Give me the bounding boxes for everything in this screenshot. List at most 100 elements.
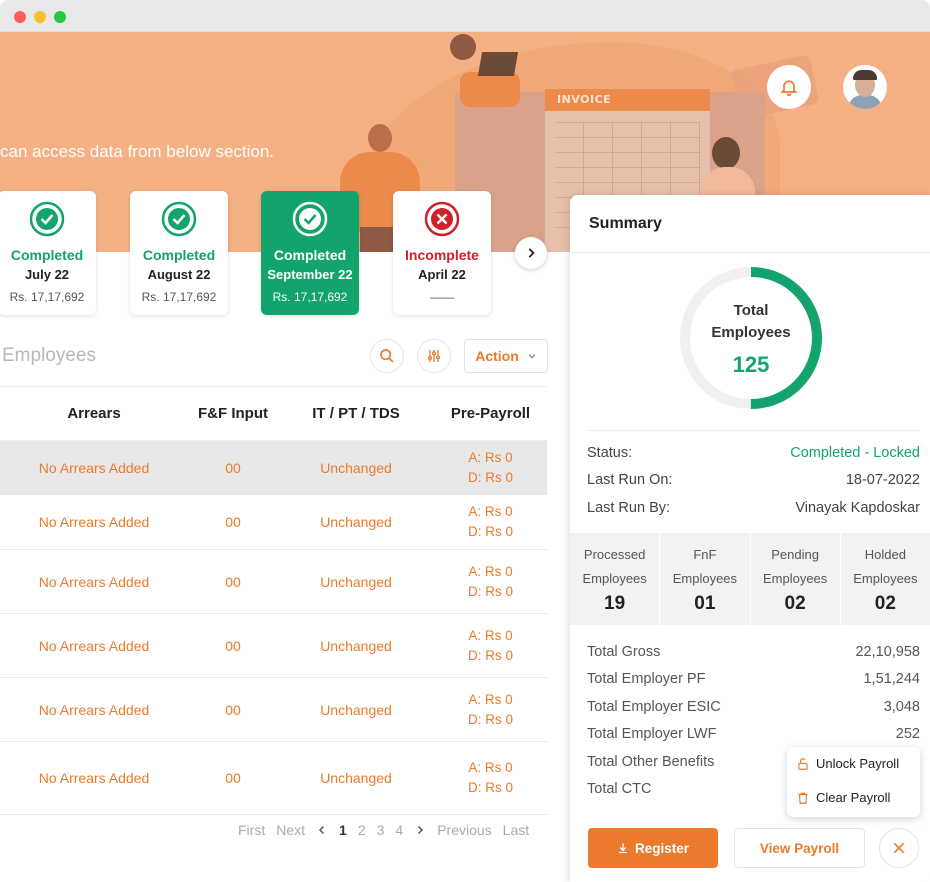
chevron-left-icon[interactable] (316, 824, 328, 836)
stat-label: Employees (672, 571, 738, 586)
table-row[interactable]: No Arrears Added 00 Unchanged A: Rs 0 D: … (0, 550, 547, 614)
close-summary-button[interactable] (879, 828, 919, 868)
it-pt-tds-cell: Unchanged (320, 701, 392, 718)
page-number[interactable]: 3 (377, 822, 385, 838)
month-amount: Rs. 17,17,692 (9, 290, 85, 304)
previous-page-link[interactable]: Previous (437, 822, 491, 838)
column-header[interactable]: IT / PT / TDS (278, 405, 434, 422)
total-row: Total Employer ESIC 3,048 (587, 699, 920, 715)
total-row: Total Employer PF 1,51,244 (587, 671, 920, 687)
close-window-button[interactable] (14, 11, 26, 23)
column-header[interactable]: F&F Input (188, 405, 278, 422)
month-card-april[interactable]: Incomplete April 22 —— (393, 191, 491, 315)
ff-input-cell: 00 (225, 701, 241, 718)
month-status: Completed (10, 247, 84, 263)
pre-payroll-cell: A: Rs 0 D: Rs 0 (434, 502, 547, 542)
pre-payroll-cell: A: Rs 0 D: Rs 0 (434, 448, 547, 488)
pre-payroll-a: A: Rs 0 (468, 760, 513, 775)
last-page-link[interactable]: Last (503, 822, 529, 838)
table-row[interactable]: No Arrears Added 00 Unchanged A: Rs 0 D: … (0, 614, 547, 678)
total-value: 252 (895, 726, 920, 742)
month-name: September 22 (267, 267, 353, 282)
stat-value: 19 (604, 593, 626, 614)
pre-payroll-a: A: Rs 0 (468, 691, 513, 707)
ff-input-cell: 00 (225, 637, 241, 654)
register-button[interactable]: Register (588, 828, 718, 868)
next-page-link[interactable]: Next (276, 822, 305, 838)
employees-table: Arrears F&F Input IT / PT / TDS Pre-Payr… (0, 386, 547, 815)
stat-label: Employees (762, 571, 828, 586)
search-button[interactable] (370, 339, 404, 373)
clear-payroll-item[interactable]: Clear Payroll (796, 790, 890, 805)
stat-holded: Holded Employees 02 (841, 533, 930, 625)
donut-label: Total Employees (690, 300, 812, 344)
minimize-window-button[interactable] (34, 11, 46, 23)
pre-payroll-cell: A: Rs 0 D: Rs 0 (434, 690, 547, 730)
pre-payroll-a: A: Rs 0 (468, 627, 513, 643)
avatar[interactable] (843, 65, 887, 109)
stat-value: 02 (874, 593, 896, 614)
total-employees-value: 125 (732, 352, 770, 377)
it-pt-tds-cell: Unchanged (320, 637, 392, 654)
total-label: Total Employer ESIC (587, 699, 721, 715)
pre-payroll-d: D: Rs 0 (467, 524, 513, 539)
table-header: Arrears F&F Input IT / PT / TDS Pre-Payr… (0, 386, 547, 441)
total-label: Total Gross (587, 644, 661, 660)
maximize-window-button[interactable] (54, 11, 66, 23)
close-icon (893, 842, 905, 854)
month-status: Completed (142, 247, 216, 263)
column-header[interactable]: Pre-Payroll (434, 405, 547, 422)
avatar-hair (853, 70, 877, 80)
month-card-july[interactable]: Completed July 22 Rs. 17,17,692 (0, 191, 96, 315)
arrears-cell: No Arrears Added (38, 637, 150, 654)
unlock-payroll-label: Unlock Payroll (816, 756, 900, 771)
next-month-button[interactable] (515, 237, 547, 269)
total-label: Total CTC (587, 781, 652, 797)
status-value: Completed - Locked (790, 445, 920, 461)
action-dropdown[interactable]: Action (464, 339, 548, 373)
month-amount: —— (430, 290, 454, 304)
stat-processed: Processed Employees 19 (570, 533, 661, 625)
invoice-label: INVOICE (545, 89, 710, 111)
pre-payroll-a: A: Rs 0 (468, 504, 513, 519)
person-illustration-body (460, 72, 520, 107)
summary-title: Summary (589, 215, 662, 232)
page-number[interactable]: 2 (358, 822, 366, 838)
total-value: 3,048 (883, 699, 920, 715)
pagination: First Next 1 2 3 4 Previous Last (238, 822, 529, 838)
stat-label: Processed (583, 547, 646, 562)
view-payroll-button[interactable]: View Payroll (734, 828, 865, 868)
arrears-cell: No Arrears Added (38, 573, 150, 590)
stat-label: Employees (853, 571, 918, 586)
month-card-september[interactable]: Completed September 22 Rs. 17,17,692 (261, 191, 359, 315)
first-page-link[interactable]: First (238, 822, 265, 838)
notifications-button[interactable] (767, 65, 811, 109)
unlock-payroll-item[interactable]: Unlock Payroll (796, 756, 899, 771)
page-number[interactable]: 1 (339, 822, 347, 838)
ff-input-cell: 00 (225, 770, 241, 786)
download-icon (618, 843, 627, 854)
stat-label: FnF (693, 547, 717, 562)
pre-payroll-d: D: Rs 0 (467, 780, 513, 795)
month-amount: Rs. 17,17,692 (272, 290, 348, 304)
arrears-cell: No Arrears Added (38, 514, 150, 530)
month-card-august[interactable]: Completed August 22 Rs. 17,17,692 (130, 191, 228, 315)
table-row[interactable]: No Arrears Added 00 Unchanged A: Rs 0 D: … (0, 495, 547, 550)
stat-label: Employees (582, 571, 647, 586)
table-row[interactable]: No Arrears Added 00 Unchanged A: Rs 0 D: … (0, 742, 547, 815)
chevron-right-icon[interactable] (414, 824, 426, 836)
status-label: Status: (587, 445, 633, 461)
person-illustration-head (450, 34, 476, 60)
stat-label: Holded (864, 547, 906, 562)
arrears-cell: No Arrears Added (38, 701, 150, 718)
column-header[interactable]: Arrears (0, 405, 188, 422)
banner-text: can access data from below section. (0, 142, 275, 161)
total-value: 22,10,958 (855, 644, 920, 660)
woman-illustration-head (712, 137, 740, 169)
total-label: Total Other Benefits (587, 754, 715, 770)
avatar-shirt (848, 95, 882, 109)
page-number[interactable]: 4 (395, 822, 403, 838)
table-row[interactable]: No Arrears Added 00 Unchanged A: Rs 0 D: … (0, 678, 547, 742)
table-row[interactable]: No Arrears Added 00 Unchanged A: Rs 0 D: … (0, 441, 547, 495)
filter-button[interactable] (417, 339, 451, 373)
